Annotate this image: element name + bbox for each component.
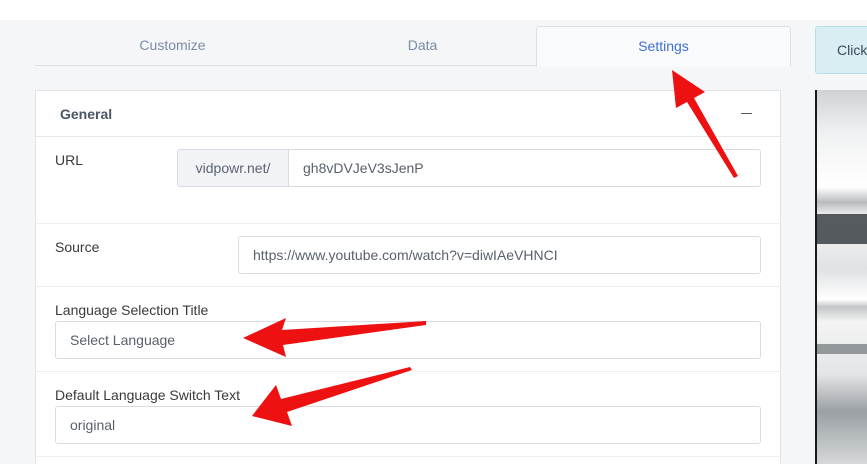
panel-title: General	[60, 106, 113, 122]
preview-image-shade	[817, 214, 867, 244]
source-input[interactable]: https://www.youtube.com/watch?v=diwIAeVH…	[238, 236, 761, 274]
url-prefix: vidpowr.net/	[177, 149, 289, 187]
url-label: URL	[55, 152, 84, 168]
minus-icon[interactable]	[739, 103, 755, 123]
source-label: Source	[55, 239, 100, 255]
preview-image	[815, 90, 867, 464]
language-selection-row: Language Selection Title Select Language	[36, 287, 780, 372]
language-selection-input[interactable]: Select Language	[55, 321, 761, 359]
preview-image-shade	[817, 344, 867, 354]
panel-header[interactable]: General	[36, 91, 780, 137]
default-switch-input[interactable]: original	[55, 406, 761, 444]
url-input[interactable]: gh8vDVJeV3sJenP	[288, 149, 761, 187]
tab-data[interactable]: Data	[310, 26, 535, 66]
preview-button[interactable]: Click	[815, 26, 867, 74]
top-bar	[0, 0, 867, 20]
url-row: URL vidpowr.net/ gh8vDVJeV3sJenP	[36, 137, 780, 224]
tab-settings[interactable]: Settings	[536, 26, 791, 67]
language-selection-label: Language Selection Title	[55, 302, 209, 318]
tab-bar: Customize Data Settings	[35, 26, 791, 67]
general-panel: General URL vidpowr.net/ gh8vDVJeV3sJenP…	[35, 90, 781, 464]
default-switch-label: Default Language Switch Text	[55, 387, 240, 403]
tab-customize[interactable]: Customize	[35, 26, 310, 66]
default-switch-row: Default Language Switch Text original	[36, 372, 780, 457]
source-row: Source https://www.youtube.com/watch?v=d…	[36, 224, 780, 287]
